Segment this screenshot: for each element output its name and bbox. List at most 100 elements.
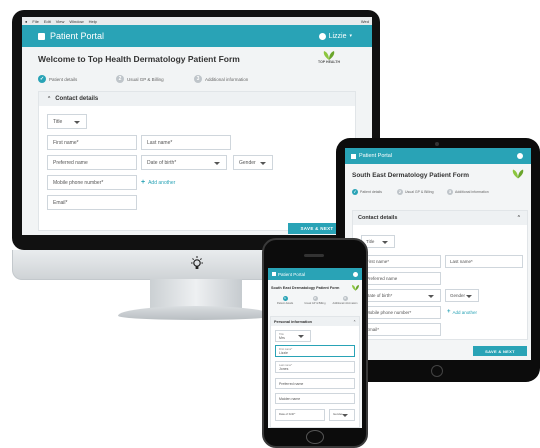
tablet-screen: Patient Portal South East Dermatology Pa… xyxy=(345,148,531,360)
tablet-add-another-link[interactable]: + Add another xyxy=(447,309,477,315)
phone-last-name-input[interactable]: Last name* Jones xyxy=(275,361,355,373)
menu-file[interactable]: File xyxy=(32,19,38,24)
section-title: Contact details xyxy=(55,96,99,102)
plus-icon: + xyxy=(141,179,146,186)
phone-step-2-label: Usual GP & Billing xyxy=(304,302,326,305)
phone-personal-card: Personal information ⌃ Title Mrs First n… xyxy=(270,316,360,428)
menubar-clock: Wed xyxy=(360,18,369,24)
lightbulb-icon xyxy=(191,256,203,269)
section-header[interactable]: ⌃ Contact details xyxy=(39,92,355,106)
phone-gender-select[interactable]: Gender xyxy=(329,409,355,421)
phone-step-2[interactable]: 2 Usual GP & Billing xyxy=(301,296,329,305)
tablet-step-2-label: Usual GP & Billing xyxy=(405,190,434,194)
tablet-last-name-input[interactable]: Last name* xyxy=(445,255,523,268)
phone-section-header[interactable]: Personal information ⌃ xyxy=(271,317,359,326)
app-title: Patient Portal xyxy=(50,31,105,41)
tablet-plus-icon: + xyxy=(447,309,451,315)
tablet-home-button[interactable] xyxy=(431,365,443,377)
preferred-name-input[interactable]: Preferred name xyxy=(47,155,137,170)
phone-page-title: South East Dermatology Patient Form xyxy=(271,286,340,290)
phone-screen: Patient Portal South East Dermatology Pa… xyxy=(268,268,362,428)
phone-section-title: Personal information xyxy=(274,319,312,324)
step-1[interactable]: ✓ Patient details xyxy=(38,75,116,83)
gender-select[interactable]: Gender xyxy=(233,155,273,170)
phone-step-1-number: 1 xyxy=(282,296,288,301)
user-name: Lizzie xyxy=(328,32,347,40)
tablet-page-title: South East Dermatology Patient Form xyxy=(352,172,470,179)
tablet-chevron-up-icon: ⌃ xyxy=(516,215,521,221)
menu-view[interactable]: View xyxy=(56,19,65,24)
phone-step-1[interactable]: 1 Patient details xyxy=(272,296,298,305)
tablet-add-another-label: Add another xyxy=(452,309,478,315)
step-3-label: Additional information xyxy=(205,76,249,82)
contact-details-card: ⌃ Contact details Title First name* Last… xyxy=(38,91,356,231)
mobile-input[interactable]: Mobile phone number* xyxy=(47,175,137,190)
app-header: Patient Portal Lizzie ▾ xyxy=(22,25,372,47)
menu-help[interactable]: Help xyxy=(89,19,97,24)
dob-select[interactable]: Date of birth* xyxy=(141,155,227,170)
desktop-screen: ● File Edit View Window Help Wed Patient… xyxy=(22,17,372,235)
phone-last-name-value: Jones xyxy=(279,366,289,371)
phone-app-header: Patient Portal xyxy=(268,268,362,280)
phone-home-button[interactable] xyxy=(306,430,324,444)
tablet-step-2[interactable]: 2 Usual GP & Billing xyxy=(397,189,447,195)
phone-first-name-value: Lizzie xyxy=(279,350,288,355)
phone-step-3-label: Additional information xyxy=(332,302,358,305)
tablet-first-name-input[interactable]: First name* xyxy=(361,255,441,268)
tablet-stepper: ✓ Patient details 2 Usual GP & Billing 3… xyxy=(352,189,528,195)
phone-speaker xyxy=(304,254,324,257)
desktop-stand-neck xyxy=(150,279,242,309)
last-name-input[interactable]: Last name* xyxy=(141,135,231,150)
clinic-logo: TOP HEALTH xyxy=(318,50,340,64)
tablet-step-1-label: Patient details xyxy=(360,190,382,194)
apple-icon[interactable]: ● xyxy=(25,19,27,24)
step-2-number: 2 xyxy=(116,75,124,83)
tablet-save-next-button[interactable]: SAVE & NEXT xyxy=(473,346,527,356)
phone-portal-logo-icon xyxy=(272,272,276,276)
tablet-leaf-logo-icon xyxy=(512,169,524,179)
tablet-step-3-number: 3 xyxy=(447,189,453,195)
tablet-step-2-number: 2 xyxy=(397,189,403,195)
step-1-label: Patient details xyxy=(49,76,78,82)
first-name-input[interactable]: First name* xyxy=(47,135,137,150)
tablet-preferred-name-input[interactable]: Preferred name xyxy=(361,272,441,285)
step-3[interactable]: 3 Additional information xyxy=(194,75,248,83)
phone-preferred-name-input[interactable]: Preferred name xyxy=(275,378,355,389)
tablet-email-input[interactable]: Email* xyxy=(361,323,441,336)
phone-maiden-name-input[interactable]: Maiden name xyxy=(275,393,355,404)
phone-dob-select[interactable]: Date of birth* xyxy=(275,409,325,421)
tablet-step-1[interactable]: ✓ Patient details xyxy=(352,189,397,195)
phone-first-name-input[interactable]: First name* Lizzie xyxy=(275,345,355,357)
portal-logo-icon xyxy=(38,32,45,40)
tablet-step-3-label: Additional information xyxy=(455,190,489,194)
tablet-gender-select[interactable]: Gender xyxy=(445,289,479,302)
phone-user-icon[interactable] xyxy=(353,271,358,277)
tablet-camera-icon xyxy=(435,142,439,146)
phone-chevron-up-icon: ⌃ xyxy=(353,319,356,324)
tablet-mobile-input[interactable]: Mobile phone number* xyxy=(361,306,441,319)
clinic-logo-text: TOP HEALTH xyxy=(318,60,340,64)
tablet-step-3[interactable]: 3 Additional information xyxy=(447,189,489,195)
step-3-number: 3 xyxy=(194,75,202,83)
tablet-dob-select[interactable]: Date of birth* xyxy=(361,289,441,302)
user-avatar-icon xyxy=(318,32,326,40)
stepper: ✓ Patient details 2 Usual GP & Billing 3… xyxy=(38,73,356,85)
menu-window[interactable]: Window xyxy=(69,19,83,24)
add-another-label: Add another xyxy=(148,179,176,186)
mac-menubar: ● File Edit View Window Help Wed xyxy=(22,17,372,25)
email-input[interactable]: Email* xyxy=(47,195,137,210)
phone-step-2-number: 2 xyxy=(312,296,318,301)
user-menu[interactable]: Lizzie ▾ xyxy=(318,32,352,40)
menu-edit[interactable]: Edit xyxy=(44,19,51,24)
chevron-up-icon: ⌃ xyxy=(47,96,52,102)
add-another-link[interactable]: + Add another xyxy=(141,179,175,186)
phone-step-3[interactable]: 3 Additional information xyxy=(330,296,360,305)
step-2-label: Usual GP & Billing xyxy=(127,76,164,82)
tablet-section-header[interactable]: Contact details ⌃ xyxy=(353,211,527,225)
phone-step-3-number: 3 xyxy=(342,296,348,301)
step-2[interactable]: 2 Usual GP & Billing xyxy=(116,75,194,83)
phone-title-select[interactable]: Title Mrs xyxy=(275,330,311,342)
page-title: Welcome to Top Health Dermatology Patien… xyxy=(38,54,240,64)
tablet-user-icon[interactable] xyxy=(517,153,523,159)
title-select[interactable]: Title xyxy=(47,114,87,129)
